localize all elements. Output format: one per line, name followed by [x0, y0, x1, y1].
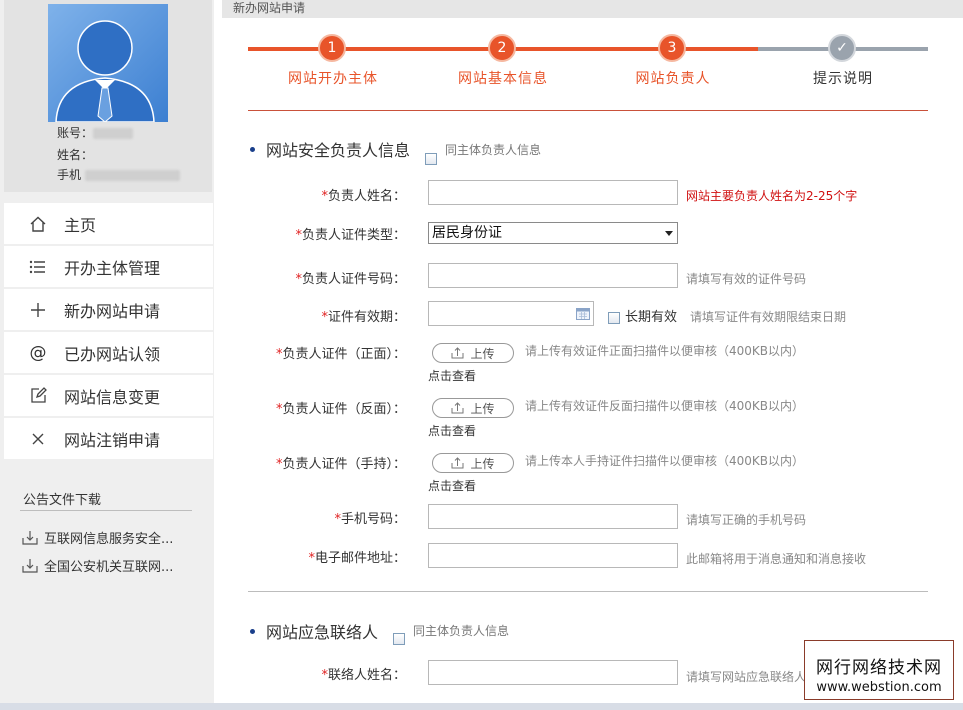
sidebar-item-label: 网站信息变更 — [64, 387, 161, 407]
id-hold-hint: 请上传本人手持证件扫描件以便审核（400KB以内） — [525, 454, 805, 468]
phone-label: 手机 — [57, 168, 82, 182]
validity-hint: 请填写证件有效期限结束日期 — [690, 310, 847, 324]
id-back-view-link[interactable]: 点击查看 — [428, 422, 476, 439]
name-hint: 网站主要负责人姓名为2-25个字 — [686, 189, 858, 203]
bullet-icon — [250, 628, 255, 634]
bullet-icon — [250, 146, 255, 152]
same-as-entity-label: 同主体负责人信息 — [445, 143, 542, 157]
step-2-label: 网站基本信息 — [458, 71, 548, 87]
name-label: 姓名： — [57, 148, 94, 162]
plus-icon — [26, 302, 50, 318]
notice-section-title: 公告文件下载 — [23, 493, 102, 508]
id-number-field-label: *负责人证件号码： — [295, 272, 406, 287]
id-front-upload-button[interactable]: 上传 — [432, 343, 514, 363]
upload-icon — [451, 402, 464, 414]
notice-link-label: 全国公安机关互联网... — [44, 560, 174, 575]
id-back-upload-button[interactable]: 上传 — [432, 398, 514, 418]
sidebar-item-label: 主页 — [64, 215, 97, 235]
watermark-url: www.webstion.com — [816, 680, 942, 695]
contact-name-input[interactable] — [428, 660, 678, 685]
validity-field-label: *证件有效期： — [321, 310, 406, 325]
emergency-same-as-entity-label: 同主体负责人信息 — [413, 624, 510, 638]
contact-name-field-label: *联络人姓名： — [321, 668, 406, 683]
id-hold-field-label: *负责人证件（手持）： — [275, 457, 406, 472]
step-3-circle: 3 — [658, 34, 686, 62]
email-input[interactable] — [428, 543, 678, 568]
long-term-label: 长期有效 — [625, 310, 678, 325]
bottom-scroll-strip — [0, 703, 963, 710]
email-hint: 此邮箱将用于消息通知和消息接收 — [686, 552, 867, 566]
sidebar: 账号： 姓名： 手机 主页 开办主体管理 新办网站申请 @ 已办网站认领 网站信… — [0, 0, 214, 710]
site-watermark: 网行网络技术网 www.webstion.com — [804, 640, 954, 700]
list-icon — [26, 260, 50, 274]
sidebar-item-label: 已办网站认领 — [64, 344, 161, 364]
edit-icon — [26, 387, 50, 404]
watermark-title: 网行网络技术网 — [816, 658, 942, 678]
id-back-field-label: *负责人证件（反面）： — [275, 402, 406, 417]
sidebar-item-info-change[interactable]: 网站信息变更 — [4, 375, 213, 416]
name-field-label: *负责人姓名： — [321, 189, 406, 204]
validity-date-input[interactable] — [428, 301, 594, 326]
sidebar-item-label: 新办网站申请 — [64, 301, 161, 321]
step-4-circle: ✓ — [828, 34, 856, 62]
steps-divider — [248, 110, 928, 111]
id-type-field-label: *负责人证件类型： — [295, 228, 406, 243]
upload-icon — [451, 347, 464, 359]
user-silhouette-icon — [55, 20, 155, 122]
id-type-select[interactable]: 居民身份证 — [428, 222, 678, 244]
chevron-down-icon — [665, 231, 673, 236]
id-front-field-label: *负责人证件（正面）： — [275, 347, 406, 362]
page-header: 新办网站申请 — [222, 0, 963, 18]
notice-link[interactable]: 全国公安机关互联网... — [22, 556, 173, 575]
phone-value-masked — [84, 170, 180, 181]
section-title-emergency: 网站应急联络人 — [250, 619, 378, 643]
section-title-security: 网站安全负责人信息 — [250, 137, 410, 161]
sidebar-item-claim-website[interactable]: @ 已办网站认领 — [4, 332, 213, 373]
calendar-icon[interactable] — [576, 307, 590, 324]
download-icon — [22, 558, 38, 573]
step-1-label: 网站开办主体 — [288, 71, 378, 87]
id-front-view-link[interactable]: 点击查看 — [428, 367, 476, 384]
home-icon — [26, 215, 50, 233]
account-label: 账号： — [57, 126, 94, 140]
sidebar-item-cancel-website[interactable]: 网站注销申请 — [4, 418, 213, 459]
sidebar-item-entity-management[interactable]: 开办主体管理 — [4, 246, 213, 287]
step-1-circle: 1 — [318, 34, 346, 62]
phone-hint: 请填写正确的手机号码 — [686, 513, 807, 527]
phone-field-label: *手机号码： — [334, 512, 406, 527]
page-title: 新办网站申请 — [233, 1, 306, 15]
step-2-circle: 2 — [488, 34, 516, 62]
account-value-masked — [93, 128, 134, 139]
id-front-hint: 请上传有效证件正面扫描件以便审核（400KB以内） — [525, 344, 805, 358]
phone-input[interactable] — [428, 504, 678, 529]
step-4-label: 提示说明 — [813, 71, 873, 87]
sidebar-nav: 主页 开办主体管理 新办网站申请 @ 已办网站认领 网站信息变更 网站注销申请 — [4, 203, 213, 461]
id-hold-upload-button[interactable]: 上传 — [432, 453, 514, 473]
email-field-label: *电子邮件地址： — [308, 551, 406, 566]
sidebar-item-label: 网站注销申请 — [64, 430, 161, 450]
notice-divider — [20, 510, 192, 511]
close-icon — [26, 432, 50, 446]
step-3-label: 网站负责人 — [635, 71, 711, 87]
sidebar-item-label: 开办主体管理 — [64, 258, 161, 278]
sidebar-item-new-website[interactable]: 新办网站申请 — [4, 289, 213, 330]
notice-link[interactable]: 互联网信息服务安全... — [22, 528, 173, 547]
avatar — [48, 4, 168, 122]
id-number-input[interactable] — [428, 263, 678, 288]
section-divider — [248, 591, 928, 592]
notice-link-label: 互联网信息服务安全... — [44, 532, 174, 547]
id-number-hint: 请填写有效的证件号码 — [686, 272, 807, 286]
at-icon: @ — [29, 342, 47, 363]
id-hold-view-link[interactable]: 点击查看 — [428, 477, 476, 494]
download-icon — [22, 530, 38, 545]
id-back-hint: 请上传有效证件反面扫描件以便审核（400KB以内） — [525, 399, 805, 413]
name-input[interactable] — [428, 180, 678, 205]
long-term-checkbox[interactable] — [608, 312, 620, 324]
same-as-entity-checkbox[interactable] — [425, 153, 437, 165]
sidebar-item-home[interactable]: 主页 — [4, 203, 213, 244]
user-profile-card: 账号： 姓名： 手机 — [4, 0, 212, 192]
upload-icon — [451, 457, 464, 469]
progress-steps: 1 网站开办主体 2 网站基本信息 3 网站负责人 ✓ 提示说明 — [248, 32, 928, 92]
emergency-same-as-entity-checkbox[interactable] — [393, 633, 405, 645]
